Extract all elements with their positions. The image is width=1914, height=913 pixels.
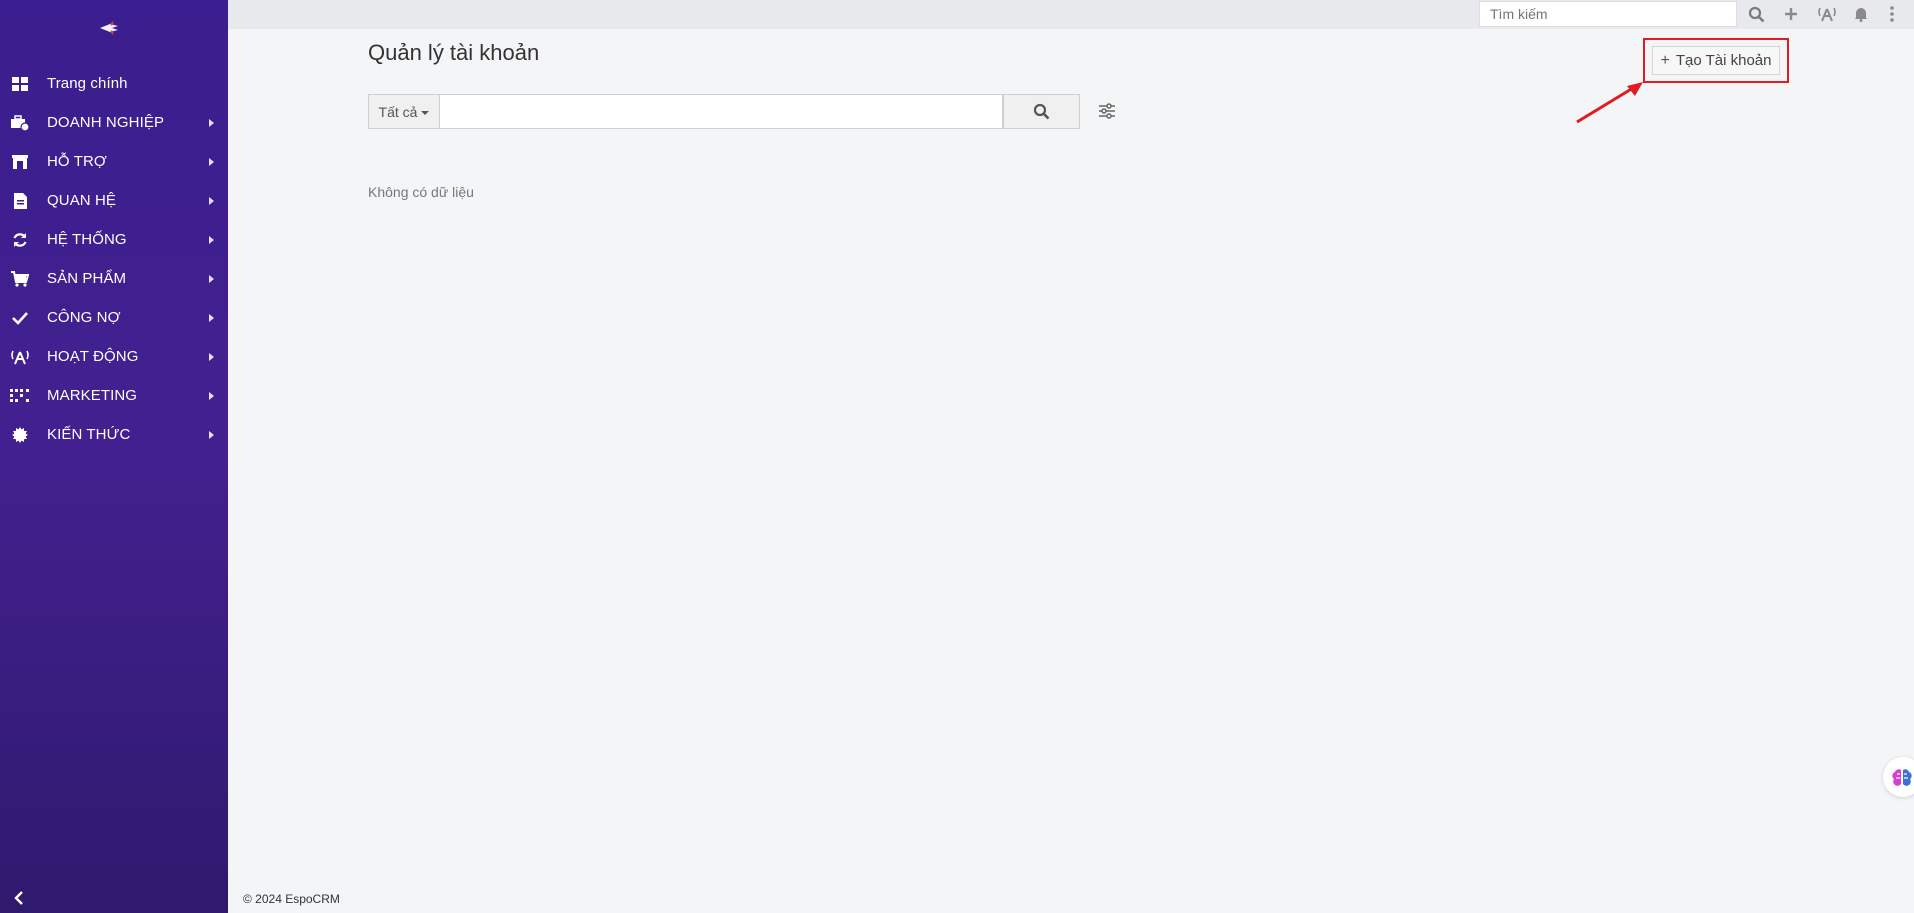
caret-right-icon (209, 236, 214, 244)
caret-right-icon (209, 314, 214, 322)
dashboard-icon (10, 74, 30, 94)
badge-icon (10, 425, 30, 445)
search-icon[interactable] (1746, 4, 1766, 24)
caret-right-icon (209, 119, 214, 127)
sidebar-item-business[interactable]: DOANH NGHIỆP (0, 103, 228, 142)
plus-icon[interactable] (1781, 4, 1801, 24)
business-icon (10, 113, 30, 133)
sidebar-item-label: QUAN HỆ (47, 192, 117, 209)
empty-state-text: Không có dữ liệu (368, 184, 474, 200)
broadcast-icon (10, 347, 30, 367)
support-icon (10, 152, 30, 172)
cart-icon (10, 269, 30, 289)
sidebar-item-knowledge[interactable]: KIẾN THỨC (0, 415, 228, 454)
sidebar-nav: Trang chính DOANH NGHIỆP HỖ TRỢ QUAN HỆ (0, 64, 228, 454)
sidebar-item-label: KIẾN THỨC (47, 426, 131, 443)
sidebar: Trang chính DOANH NGHIỆP HỖ TRỢ QUAN HỆ (0, 0, 228, 913)
grid-dots-icon (10, 386, 30, 406)
caret-right-icon (209, 353, 214, 361)
footer-copyright: © 2024 EspoCRM (243, 892, 340, 906)
filter-dropdown[interactable]: Tất cả (368, 94, 440, 129)
sidebar-item-label: DOANH NGHIỆP (47, 114, 165, 131)
assistant-widget[interactable] (1883, 757, 1914, 797)
more-vertical-icon[interactable] (1882, 4, 1902, 24)
create-account-label: Tạo Tài khoản (1675, 52, 1772, 69)
highlight-box: + Tạo Tài khoản (1643, 38, 1789, 83)
sidebar-item-activities[interactable]: HOẠT ĐỘNG (0, 337, 228, 376)
sidebar-item-label: MARKETING (47, 387, 138, 404)
bell-icon[interactable] (1851, 4, 1871, 24)
sidebar-item-label: HỆ THỐNG (47, 231, 127, 248)
caret-right-icon (209, 197, 214, 205)
sidebar-item-relations[interactable]: QUAN HỆ (0, 181, 228, 220)
sidebar-item-marketing[interactable]: MARKETING (0, 376, 228, 415)
sidebar-item-label: HOẠT ĐỘNG (47, 348, 139, 365)
brain-icon (1892, 769, 1912, 786)
sidebar-item-home[interactable]: Trang chính (0, 64, 228, 103)
sidebar-item-label: CÔNG NỢ (47, 309, 121, 326)
global-search-input[interactable] (1479, 1, 1737, 27)
create-account-button[interactable]: + Tạo Tài khoản (1652, 46, 1780, 75)
sidebar-item-label: SẢN PHẨM (47, 270, 127, 287)
sidebar-item-system[interactable]: HỆ THỐNG (0, 220, 228, 259)
topbar (228, 0, 1914, 29)
logo-icon[interactable] (98, 20, 122, 36)
sidebar-item-label: Trang chính (47, 75, 128, 92)
caret-right-icon (209, 275, 214, 283)
collapse-sidebar-icon[interactable] (10, 889, 28, 907)
broadcast-icon[interactable] (1817, 4, 1837, 24)
check-icon (10, 308, 30, 328)
page-title: Quản lý tài khoản (368, 40, 540, 65)
sidebar-item-products[interactable]: SẢN PHẨM (0, 259, 228, 298)
sidebar-item-support[interactable]: HỖ TRỢ (0, 142, 228, 181)
sidebar-item-label: HỖ TRỢ (47, 153, 107, 170)
search-icon (1033, 103, 1050, 120)
sliders-icon (1099, 103, 1115, 119)
sync-icon (10, 230, 30, 250)
caret-down-icon (421, 110, 430, 115)
plus-icon: + (1660, 51, 1670, 69)
annotation-arrow (1576, 82, 1643, 124)
document-icon (10, 191, 30, 211)
caret-right-icon (209, 158, 214, 166)
search-input[interactable] (439, 94, 1003, 129)
search-button[interactable] (1003, 94, 1080, 129)
sidebar-item-debt[interactable]: CÔNG NỢ (0, 298, 228, 337)
caret-right-icon (209, 431, 214, 439)
filter-settings-button[interactable] (1096, 100, 1118, 122)
filter-dropdown-label: Tất cả (378, 103, 418, 120)
caret-right-icon (209, 392, 214, 400)
